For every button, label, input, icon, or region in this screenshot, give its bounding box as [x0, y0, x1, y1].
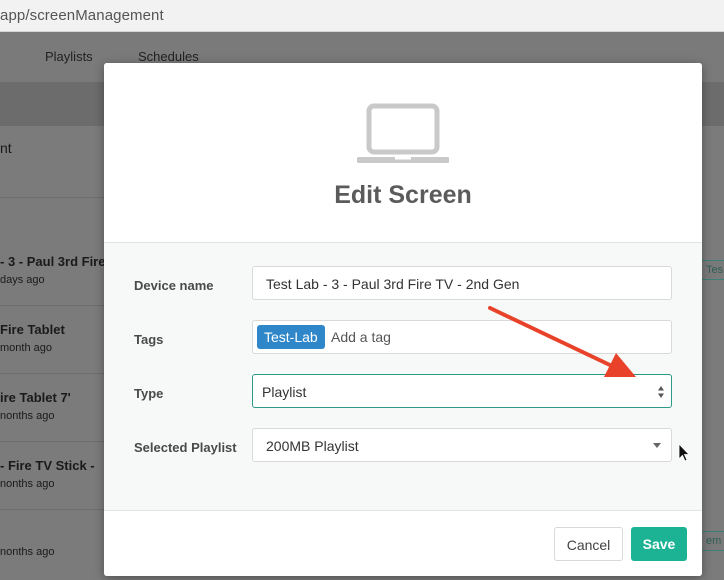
modal-header: Edit Screen — [104, 63, 702, 243]
list-item[interactable]: - Fire TV Stick - nonths ago — [0, 442, 104, 510]
laptop-icon — [357, 103, 449, 163]
browser-url-bar[interactable]: app/screenManagement — [0, 0, 724, 32]
updown-arrows-icon — [658, 386, 664, 398]
list-item[interactable]: Fire Tablet month ago — [0, 306, 104, 374]
url-text: app/screenManagement — [0, 7, 164, 24]
edit-screen-modal: Edit Screen Device name Test Lab - 3 - P… — [104, 63, 702, 576]
device-name-value: Test Lab - 3 - Paul 3rd Fire TV - 2nd Ge… — [266, 276, 520, 292]
device-name-input[interactable]: Test Lab - 3 - Paul 3rd Fire TV - 2nd Ge… — [252, 266, 672, 300]
device-name-label: Device name — [134, 278, 214, 293]
list-item[interactable]: - 3 - Paul 3rd Fire days ago — [0, 238, 105, 306]
list-item[interactable]: nonths ago — [0, 510, 104, 580]
playlist-value: 200MB Playlist — [266, 438, 359, 454]
list-header: nt — [0, 126, 104, 198]
list-header-text: nt — [0, 140, 12, 156]
modal-body: Device name Test Lab - 3 - Paul 3rd Fire… — [104, 243, 702, 510]
nav-schedules[interactable]: Schedules — [138, 49, 199, 64]
tags-field[interactable]: Test-Lab — [252, 320, 672, 354]
tag-chip[interactable]: Test-Lab — [257, 325, 325, 349]
chevron-down-icon — [653, 443, 661, 448]
side-tag: Tes — [700, 260, 724, 280]
modal-title: Edit Screen — [334, 181, 472, 209]
type-label: Type — [134, 386, 164, 401]
list-item[interactable]: ire Tablet 7' nonths ago — [0, 374, 104, 442]
type-select[interactable]: Playlist — [252, 374, 672, 408]
save-button[interactable]: Save — [631, 527, 687, 561]
selected-playlist-label: Selected Playlist — [134, 440, 237, 455]
tags-label: Tags — [134, 332, 164, 347]
modal-footer: Cancel Save — [104, 510, 702, 576]
side-tag: em — [700, 531, 724, 551]
cancel-button[interactable]: Cancel — [554, 527, 623, 561]
nav-playlists[interactable]: Playlists — [45, 49, 93, 64]
type-value: Playlist — [262, 384, 307, 400]
playlist-select[interactable]: 200MB Playlist — [252, 428, 672, 462]
tag-input[interactable] — [331, 329, 531, 345]
